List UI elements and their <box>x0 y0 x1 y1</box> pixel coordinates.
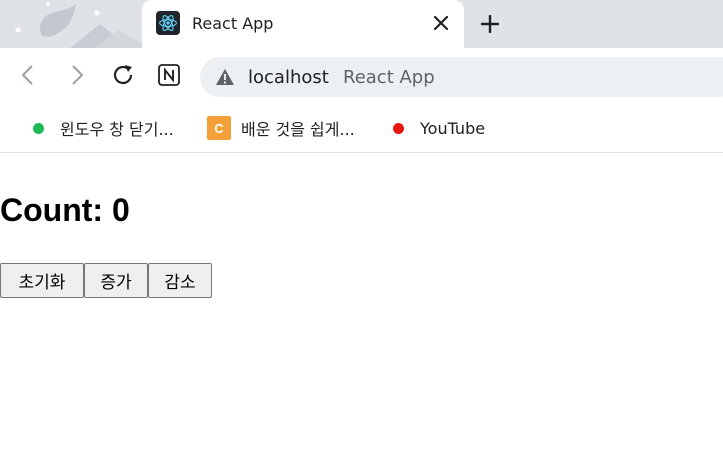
bookmark-youtube[interactable]: YouTube <box>393 104 485 152</box>
url-host: localhost <box>248 67 329 88</box>
back-arrow-icon[interactable] <box>13 60 43 90</box>
decrement-button[interactable]: 감소 <box>148 263 212 298</box>
c-letter-icon: C <box>207 116 231 140</box>
counter-controls: 초기화 증가 감소 <box>0 263 212 298</box>
url-page-title: React App <box>343 67 435 88</box>
bookmarks-bar: 윈도우 창 닫기... C 배운 것을 쉽게... YouTube <box>0 104 723 153</box>
page-viewport: Count: 0 초기화 증가 감소 <box>0 154 723 449</box>
address-bar[interactable]: localhost React App <box>200 57 723 97</box>
red-dot-icon <box>393 122 404 134</box>
theme-decoration-icon <box>15 2 150 48</box>
warning-icon[interactable] <box>214 67 236 87</box>
bookmark-label: 윈도우 창 닫기... <box>60 120 174 139</box>
reload-icon[interactable] <box>108 60 138 90</box>
notion-icon[interactable] <box>154 60 184 90</box>
bookmark-label: 배운 것을 쉽게... <box>241 120 355 139</box>
tab-title: React App <box>192 14 274 33</box>
react-logo-icon <box>156 11 180 35</box>
close-icon[interactable] <box>430 12 452 34</box>
tab-react-app[interactable]: React App <box>142 0 464 48</box>
bookmark-label: YouTube <box>420 118 486 138</box>
bookmark-window-close[interactable]: 윈도우 창 닫기... <box>33 104 174 152</box>
plus-icon[interactable] <box>477 11 503 37</box>
tab-strip: React App <box>0 0 723 48</box>
browser-toolbar: localhost React App <box>0 48 723 104</box>
forward-arrow-icon[interactable] <box>62 60 92 90</box>
count-heading: Count: 0 <box>0 192 130 228</box>
green-dot-icon <box>33 122 44 134</box>
increment-button[interactable]: 증가 <box>84 263 148 298</box>
bookmark-learned-easily[interactable]: C 배운 것을 쉽게... <box>207 104 355 152</box>
reset-button[interactable]: 초기화 <box>0 263 84 298</box>
